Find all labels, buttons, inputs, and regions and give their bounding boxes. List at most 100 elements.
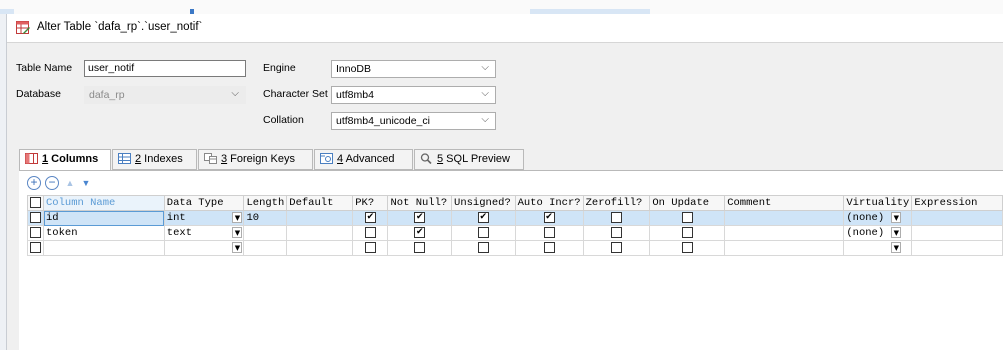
row-checkbox[interactable] — [30, 211, 41, 223]
cell-comment[interactable] — [724, 210, 845, 226]
cell-pk[interactable] — [352, 225, 389, 241]
not-null-checkbox[interactable]: ✔ — [414, 226, 426, 238]
cell-column-name[interactable] — [43, 240, 165, 256]
dropdown-arrow-icon[interactable]: ▼ — [891, 242, 902, 253]
cell-unsigned[interactable]: ✔ — [451, 210, 516, 226]
cell-comment[interactable] — [724, 225, 845, 241]
header-comment[interactable]: Comment — [724, 195, 845, 211]
cell-expression[interactable] — [911, 210, 1003, 226]
cell-not-null[interactable]: ✔ — [387, 210, 453, 226]
on-update-checkbox[interactable] — [681, 226, 693, 238]
charset-select[interactable]: utf8mb4 ⌵ — [331, 86, 496, 104]
cell-on-update[interactable] — [649, 210, 726, 226]
cell-data-type[interactable]: ▼ — [163, 240, 245, 256]
dropdown-arrow-icon[interactable]: ▼ — [232, 227, 243, 238]
cell-on-update[interactable] — [649, 240, 726, 256]
cell-default[interactable] — [286, 210, 354, 226]
on-update-checkbox[interactable] — [681, 241, 693, 253]
zerofill-checkbox[interactable] — [610, 241, 622, 253]
cell-not-null[interactable] — [387, 240, 453, 256]
cell-length[interactable] — [243, 240, 288, 256]
header-column-name[interactable]: Column Name — [43, 195, 165, 211]
cell-not-null[interactable]: ✔ — [387, 225, 453, 241]
header-virtuality[interactable]: Virtuality — [843, 195, 913, 211]
header-pk[interactable]: PK? — [352, 195, 389, 211]
cell-auto-incr[interactable] — [514, 225, 584, 241]
row-checkbox-cell[interactable] — [27, 225, 44, 241]
on-update-checkbox[interactable] — [681, 211, 693, 223]
move-down-icon[interactable]: ▼ — [79, 176, 93, 190]
row-checkbox-cell[interactable] — [27, 240, 44, 256]
tab-advanced[interactable]: 4 Advanced — [314, 149, 413, 170]
pk-checkbox[interactable]: ✔ — [364, 211, 376, 223]
cell-default[interactable] — [286, 240, 354, 256]
row-checkbox[interactable] — [30, 241, 41, 253]
header-data-type[interactable]: Data Type — [163, 195, 245, 211]
header-zerofill[interactable]: Zerofill? — [582, 195, 651, 211]
row-checkbox[interactable] — [30, 226, 41, 238]
cell-auto-incr[interactable] — [514, 240, 584, 256]
cell-comment[interactable] — [724, 240, 845, 256]
cell-virtuality[interactable]: ▼ — [843, 240, 913, 256]
unsigned-checkbox[interactable]: ✔ — [477, 211, 489, 223]
select-all-checkbox[interactable] — [30, 196, 41, 208]
cell-on-update[interactable] — [649, 225, 726, 241]
table-row[interactable]: ▼ ▼ — [27, 240, 1003, 256]
header-length[interactable]: Length — [243, 195, 288, 211]
table-row[interactable]: id int ▼ 10 ✔ ✔ ✔ ✔ (none) ▼ — [27, 210, 1003, 226]
row-checkbox-cell[interactable] — [27, 210, 44, 226]
header-not-null[interactable]: Not Null? — [387, 195, 453, 211]
table-row[interactable]: token text ▼ ✔ (none) ▼ — [27, 225, 1003, 241]
pk-checkbox[interactable] — [364, 241, 376, 253]
table-name-input[interactable]: user_notif — [84, 60, 246, 77]
cell-column-name[interactable]: token — [43, 225, 165, 241]
cell-column-name[interactable]: id — [43, 210, 165, 226]
collation-select[interactable]: utf8mb4_unicode_ci ⌵ — [331, 112, 496, 130]
header-unsigned[interactable]: Unsigned? — [451, 195, 516, 211]
add-column-icon[interactable]: + — [27, 176, 41, 190]
cell-zerofill[interactable] — [582, 225, 651, 241]
cell-expression[interactable] — [911, 225, 1003, 241]
cell-unsigned[interactable] — [451, 240, 516, 256]
cell-virtuality[interactable]: (none) ▼ — [843, 210, 913, 226]
not-null-checkbox[interactable] — [414, 241, 426, 253]
dropdown-arrow-icon[interactable]: ▼ — [891, 212, 902, 223]
header-default[interactable]: Default — [286, 195, 354, 211]
header-auto-incr[interactable]: Auto Incr? — [514, 195, 584, 211]
cell-unsigned[interactable] — [451, 225, 516, 241]
unsigned-checkbox[interactable] — [477, 241, 489, 253]
cell-length[interactable]: 10 — [243, 210, 288, 226]
dropdown-arrow-icon[interactable]: ▼ — [232, 212, 243, 223]
tab-columns[interactable]: 1 Columns — [19, 149, 111, 172]
cell-pk[interactable]: ✔ — [352, 210, 389, 226]
engine-select[interactable]: InnoDB ⌵ — [331, 60, 496, 78]
auto-incr-checkbox[interactable]: ✔ — [543, 211, 555, 223]
cell-auto-incr[interactable]: ✔ — [514, 210, 584, 226]
header-expression[interactable]: Expression — [911, 195, 1003, 211]
cell-data-type[interactable]: int ▼ — [163, 210, 245, 226]
tab-sql-preview[interactable]: 5 SQL Preview — [414, 149, 524, 170]
not-null-checkbox[interactable]: ✔ — [414, 211, 426, 223]
auto-incr-checkbox[interactable] — [543, 241, 555, 253]
cell-length[interactable] — [243, 225, 288, 241]
dropdown-arrow-icon[interactable]: ▼ — [891, 227, 902, 238]
tab-foreign-keys[interactable]: 3 Foreign Keys — [198, 149, 313, 170]
pk-checkbox[interactable] — [364, 226, 376, 238]
cell-virtuality[interactable]: (none) ▼ — [843, 225, 913, 241]
cell-data-type[interactable]: text ▼ — [163, 225, 245, 241]
cell-expression[interactable] — [911, 240, 1003, 256]
header-on-update[interactable]: On Update — [649, 195, 726, 211]
zerofill-checkbox[interactable] — [610, 226, 622, 238]
select-all-checkbox-cell[interactable] — [27, 195, 44, 211]
cell-zerofill[interactable] — [582, 240, 651, 256]
tab-indexes[interactable]: 2 Indexes — [112, 149, 197, 170]
unsigned-checkbox[interactable] — [477, 226, 489, 238]
cell-zerofill[interactable] — [582, 210, 651, 226]
cell-default[interactable] — [286, 225, 354, 241]
zerofill-checkbox[interactable] — [610, 211, 622, 223]
dropdown-arrow-icon[interactable]: ▼ — [232, 242, 243, 253]
move-up-icon[interactable]: ▲ — [63, 176, 77, 190]
cell-pk[interactable] — [352, 240, 389, 256]
remove-column-icon[interactable]: − — [45, 176, 59, 190]
auto-incr-checkbox[interactable] — [543, 226, 555, 238]
